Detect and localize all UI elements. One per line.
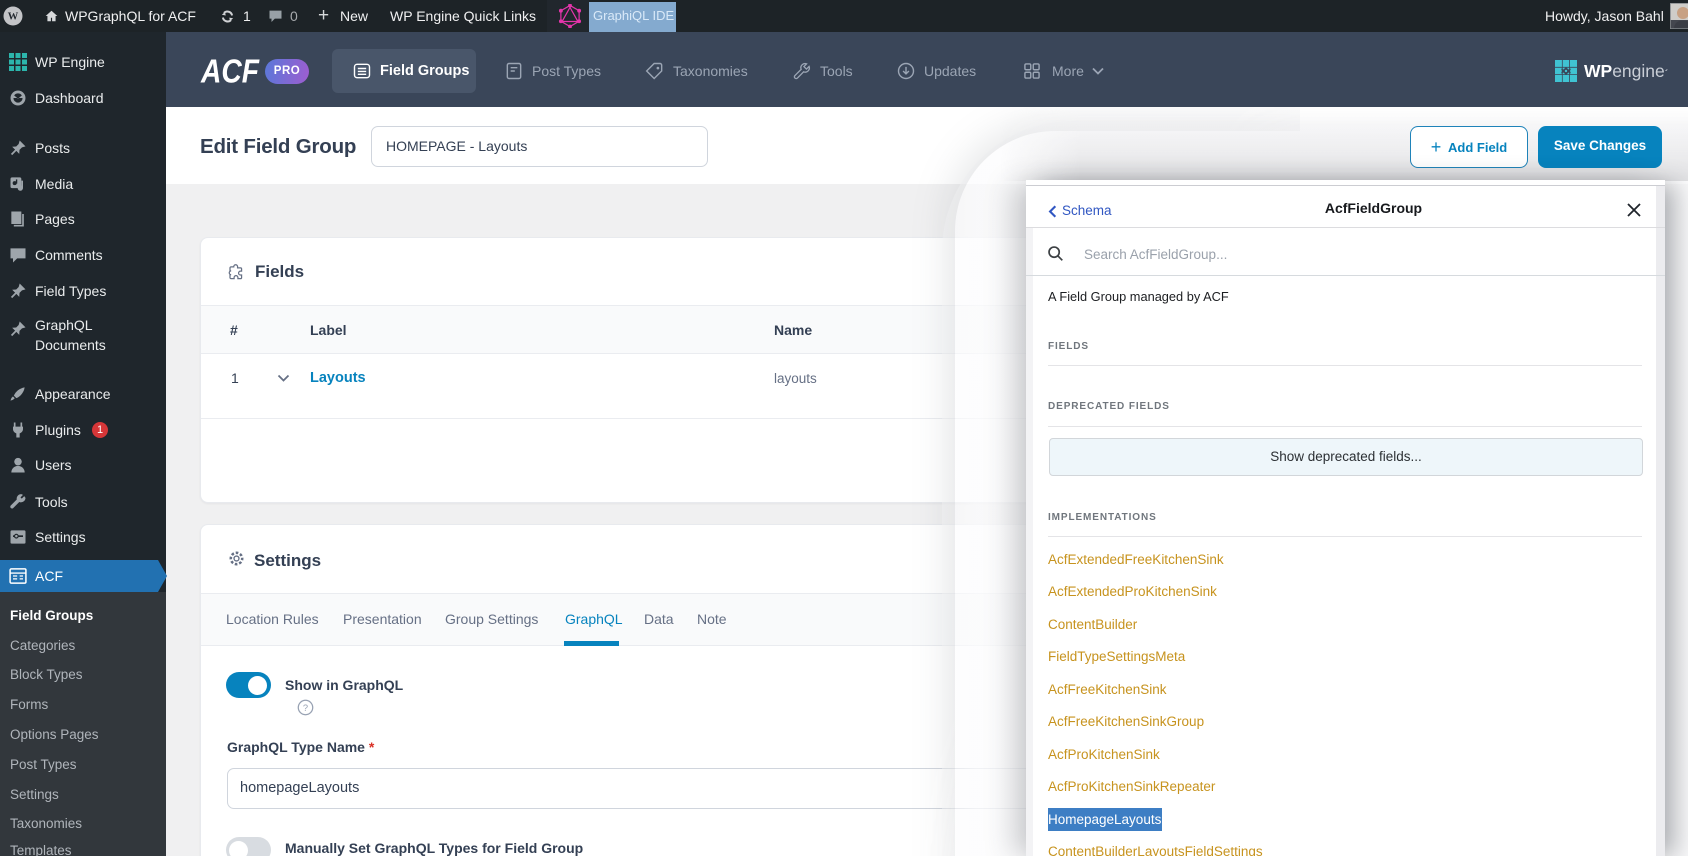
svg-text:ACF: ACF (200, 56, 260, 86)
svg-text:W: W (8, 12, 19, 23)
svg-text:?: ? (303, 703, 308, 713)
